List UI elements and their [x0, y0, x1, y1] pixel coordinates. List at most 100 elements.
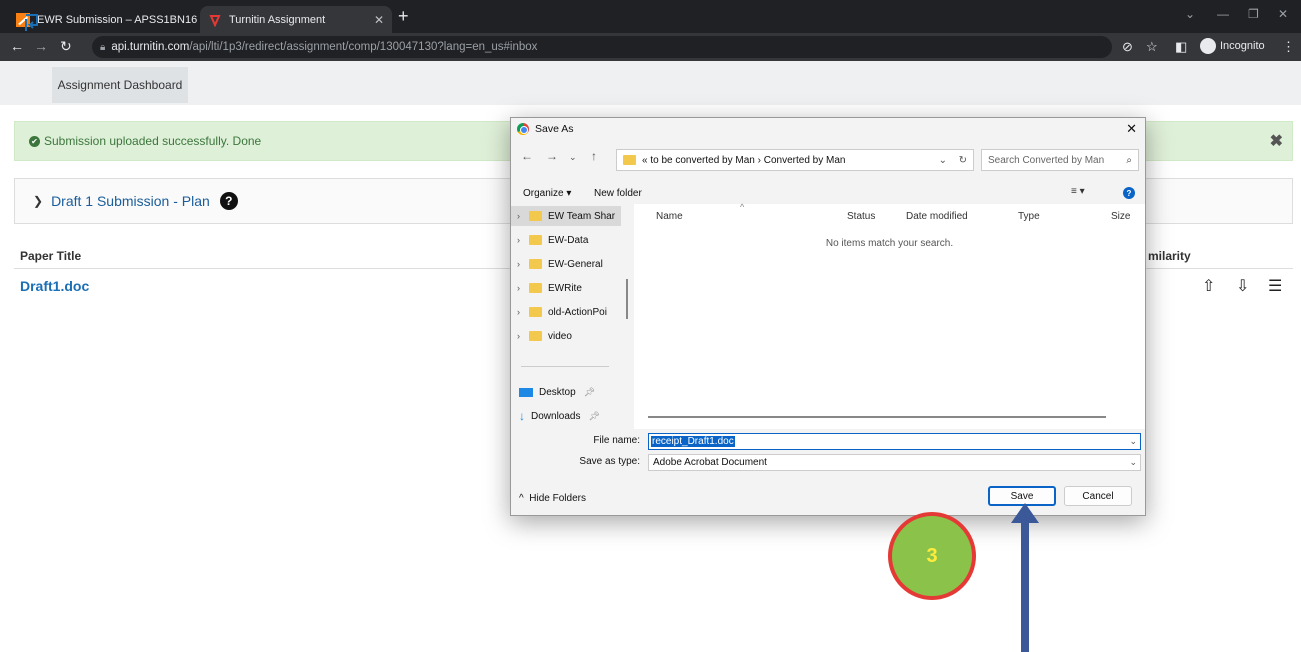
- forward-icon[interactable]: →: [34, 38, 48, 54]
- reload-icon[interactable]: ↻: [60, 38, 72, 55]
- expand-arrow-icon[interactable]: ›: [517, 283, 529, 293]
- incognito-label: Incognito: [1220, 40, 1265, 52]
- draft-title: Draft 1 Submission - Plan: [51, 193, 210, 209]
- document-icon[interactable]: ☰: [1268, 276, 1282, 296]
- tab-turnitin-assignment[interactable]: Turnitin Assignment ✕: [200, 6, 392, 33]
- refresh-icon[interactable]: ↻: [959, 155, 967, 166]
- turnitin-logo-icon[interactable]: [24, 13, 40, 33]
- expand-arrow-icon[interactable]: ›: [517, 331, 529, 341]
- nav-folder-item[interactable]: › EW-General: [511, 254, 621, 274]
- step-badge: 3: [888, 512, 976, 600]
- incognito-indicator[interactable]: Incognito: [1200, 38, 1265, 54]
- help-icon[interactable]: ?: [219, 192, 238, 210]
- hide-folders-toggle[interactable]: ^ Hide Folders: [519, 493, 586, 504]
- tab-title: Turnitin Assignment: [229, 13, 326, 26]
- column-type[interactable]: Type: [1018, 211, 1040, 222]
- nav-item-label: EWRite: [548, 282, 582, 294]
- expand-arrow-icon[interactable]: ›: [517, 259, 529, 269]
- tracking-blocked-icon[interactable]: ⊘: [1122, 39, 1133, 55]
- url-host: api.turnitin.com: [111, 41, 190, 53]
- nav-item-label: Downloads: [531, 410, 581, 422]
- nav-folder-item[interactable]: › EWRite: [511, 278, 621, 298]
- url-path: /api/lti/1p3/redirect/assignment/comp/13…: [189, 41, 538, 53]
- assignment-dashboard-tab[interactable]: Assignment Dashboard: [52, 67, 188, 103]
- upload-icon[interactable]: ⇧: [1202, 276, 1215, 296]
- up-folder-icon[interactable]: ↑: [591, 149, 597, 163]
- lock-icon: 🔒︎: [100, 41, 106, 53]
- path-breadcrumb[interactable]: « to be converted by Man › Converted by …: [616, 149, 974, 171]
- window-close-icon[interactable]: ✕: [1278, 7, 1288, 21]
- close-tab-icon[interactable]: ✕: [374, 13, 384, 27]
- expand-arrow-icon[interactable]: ›: [517, 235, 529, 245]
- new-folder-button[interactable]: New folder: [594, 188, 642, 199]
- view-options-icon[interactable]: ≡ ▾: [1071, 186, 1085, 197]
- file-list: Name ^ Status Date modified Type Size No…: [634, 202, 1145, 429]
- nav-scrollbar[interactable]: [624, 204, 634, 429]
- folder-icon: [623, 155, 636, 165]
- chrome-icon: [517, 123, 529, 135]
- tab-search-icon[interactable]: ⌄: [1185, 7, 1195, 21]
- minimize-icon[interactable]: —: [1217, 7, 1229, 21]
- breadcrumb-item[interactable]: Converted by Man: [764, 155, 846, 166]
- file-name-label: File name:: [593, 435, 640, 446]
- url-field[interactable]: 🔒︎ api.turnitin.com /api/lti/1p3/redirec…: [92, 36, 1112, 58]
- tab-title: EWR Submission – APSS1BN16 E: [37, 13, 198, 26]
- quick-access-downloads[interactable]: ↓ Downloads 📌︎: [511, 406, 621, 426]
- save-type-value: Adobe Acrobat Document: [653, 457, 767, 468]
- search-placeholder: Search Converted by Man: [988, 154, 1105, 166]
- dialog-forward-icon[interactable]: →: [546, 149, 558, 163]
- dialog-toolbar: Organize ▾ New folder ≡ ▾ ?: [511, 186, 1145, 204]
- desktop-icon: [519, 387, 533, 397]
- new-tab-button[interactable]: +: [398, 6, 409, 27]
- back-icon[interactable]: ←: [10, 38, 24, 54]
- side-panel-icon[interactable]: ◧: [1175, 39, 1187, 55]
- paper-title-header: Paper Title: [20, 249, 82, 263]
- chevron-down-icon[interactable]: ⌄: [1129, 457, 1137, 468]
- check-circle-icon: ✔: [29, 135, 40, 147]
- downloads-icon: ↓: [519, 409, 525, 423]
- address-bar: ← → ↻ 🔒︎ api.turnitin.com /api/lti/1p3/r…: [0, 33, 1301, 61]
- dialog-help-icon[interactable]: ?: [1123, 187, 1135, 199]
- scrollbar-thumb[interactable]: [626, 279, 628, 319]
- restore-icon[interactable]: ❐: [1248, 7, 1259, 21]
- save-type-select[interactable]: Adobe Acrobat Document ⌄: [648, 454, 1141, 471]
- nav-folder-item[interactable]: › old-ActionPoi: [511, 302, 621, 322]
- chevron-down-icon[interactable]: ⌄: [1129, 436, 1137, 447]
- nav-item-label: old-ActionPoi: [548, 306, 607, 318]
- nav-folder-item[interactable]: › video: [511, 326, 621, 346]
- breadcrumb-item[interactable]: to be converted by Man: [650, 155, 755, 166]
- bookmark-star-icon[interactable]: ☆: [1146, 39, 1158, 55]
- dialog-close-icon[interactable]: ✕: [1126, 121, 1137, 137]
- pointer-arrow: [1021, 520, 1029, 652]
- search-icon: ⌕: [1126, 154, 1132, 166]
- column-name[interactable]: Name: [656, 211, 683, 222]
- search-input[interactable]: Search Converted by Man ⌕: [981, 149, 1139, 171]
- file-name-input[interactable]: receipt_Draft1.doc ⌄: [648, 433, 1141, 450]
- nav-folder-item[interactable]: › EW Team Shar: [511, 206, 621, 226]
- expand-arrow-icon[interactable]: ›: [517, 307, 529, 317]
- cancel-button[interactable]: Cancel: [1064, 486, 1132, 506]
- sort-indicator-icon: ^: [740, 202, 745, 212]
- incognito-icon: [1200, 38, 1216, 54]
- chevron-up-icon: ^: [519, 493, 524, 504]
- file-name-value: receipt_Draft1.doc: [651, 436, 735, 447]
- recent-locations-icon[interactable]: ⌄: [569, 152, 577, 163]
- horizontal-scrollbar[interactable]: [648, 416, 1106, 418]
- hide-folders-label: Hide Folders: [529, 493, 586, 504]
- download-icon[interactable]: ⇩: [1236, 276, 1249, 296]
- quick-access-desktop[interactable]: Desktop 📌︎: [511, 382, 621, 402]
- menu-kebab-icon[interactable]: ⋮: [1282, 39, 1295, 55]
- column-date-modified[interactable]: Date modified: [906, 211, 968, 222]
- column-status[interactable]: Status: [847, 211, 875, 222]
- organize-menu[interactable]: Organize ▾: [523, 188, 571, 199]
- expand-arrow-icon[interactable]: ›: [517, 211, 529, 221]
- nav-folder-item[interactable]: › EW-Data: [511, 230, 621, 250]
- paper-link[interactable]: Draft1.doc: [20, 278, 89, 294]
- dialog-back-icon[interactable]: ←: [521, 149, 533, 163]
- column-size[interactable]: Size: [1111, 211, 1130, 222]
- save-type-row: Save as type: Adobe Acrobat Document ⌄: [511, 452, 1145, 472]
- breadcrumb-prefix[interactable]: «: [642, 155, 648, 166]
- folder-icon: [529, 283, 542, 293]
- chevron-down-icon[interactable]: ⌄: [939, 155, 947, 166]
- alert-close-icon[interactable]: ✖: [1270, 131, 1283, 151]
